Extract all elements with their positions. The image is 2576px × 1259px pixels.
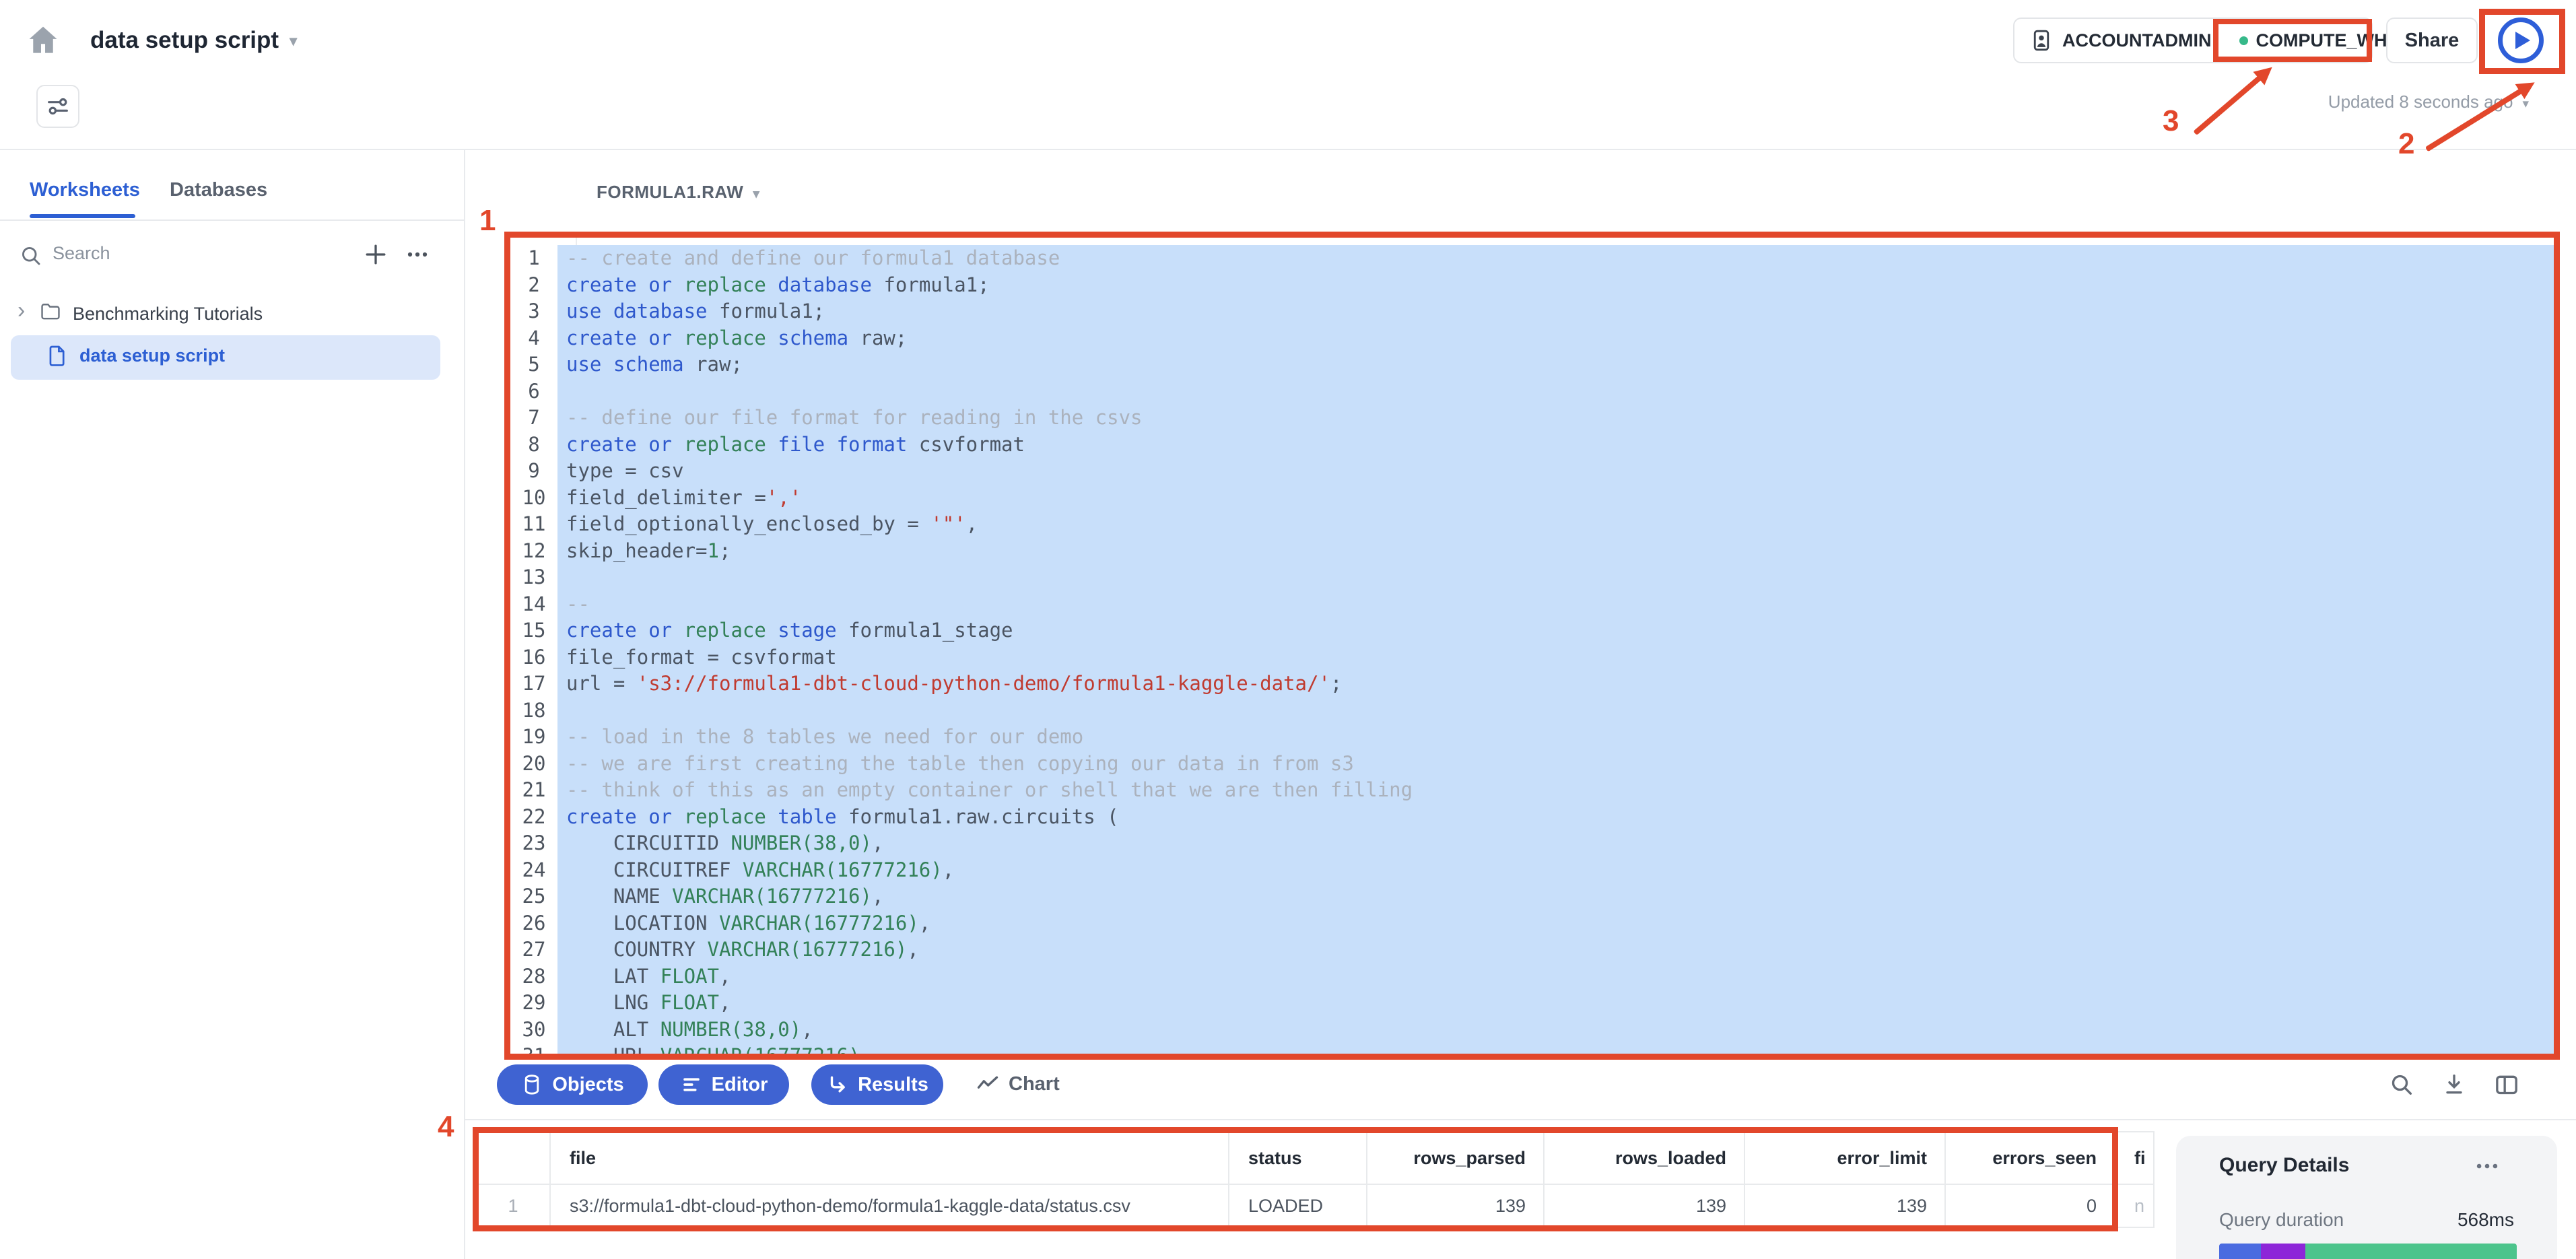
query-duration-value: 568ms <box>2458 1209 2514 1231</box>
query-details-menu-button[interactable] <box>2472 1151 2502 1181</box>
chart-toggle-button[interactable]: Chart <box>976 1072 1060 1096</box>
header-divider <box>0 149 2576 150</box>
results-divider <box>465 1119 2576 1120</box>
updated-status: Updated 8 seconds ago <box>2328 92 2513 112</box>
annotation-label-4: 4 <box>438 1112 454 1142</box>
tab-worksheets[interactable]: Worksheets <box>30 179 140 201</box>
editor-toggle-button[interactable]: Editor <box>658 1064 789 1105</box>
page-title: data setup script <box>90 27 279 53</box>
search-input[interactable] <box>51 242 256 265</box>
home-icon <box>26 23 61 58</box>
home-button[interactable] <box>26 23 61 58</box>
return-arrow-icon <box>826 1073 849 1096</box>
annotation-label-2: 2 <box>2398 129 2414 159</box>
sliders-icon <box>44 93 71 120</box>
chevron-down-icon: ▾ <box>753 187 759 201</box>
filters-button[interactable] <box>36 85 79 128</box>
text-lines-icon <box>680 1073 703 1096</box>
objects-toggle-button[interactable]: Objects <box>497 1064 648 1105</box>
split-layout-button[interactable] <box>2493 1070 2521 1099</box>
user-badge-icon <box>2029 28 2054 53</box>
sidebar-item-data-setup-script[interactable]: data setup script <box>79 345 225 366</box>
sidebar-divider <box>464 150 465 1259</box>
ellipsis-icon <box>2472 1151 2502 1181</box>
column-header-first_error_truncated[interactable]: fi <box>2115 1132 2153 1185</box>
download-results-button[interactable] <box>2440 1070 2468 1099</box>
annotation-box-1-editor <box>504 232 2560 1060</box>
query-duration-label: Query duration <box>2219 1209 2344 1231</box>
share-button[interactable]: Share <box>2386 18 2478 63</box>
role-label: ACCOUNTADMIN <box>2062 30 2211 51</box>
folder-icon <box>38 300 63 323</box>
search-results-button[interactable] <box>2387 1070 2416 1099</box>
objects-label: Objects <box>552 1074 623 1096</box>
schema-context-label: FORMULA1.RAW <box>597 182 743 202</box>
query-details-title: Query Details <box>2219 1154 2349 1177</box>
annotation-label-1: 1 <box>479 206 496 236</box>
search-icon <box>2388 1071 2415 1098</box>
chevron-down-icon: ▾ <box>290 32 297 49</box>
new-worksheet-button[interactable] <box>361 240 391 269</box>
duration-bar-segment <box>2261 1244 2305 1259</box>
search-icon <box>19 244 43 268</box>
schema-context-selector[interactable]: FORMULA1.RAW ▾ <box>597 182 759 203</box>
cell-first_error_truncated: n <box>2115 1185 2153 1227</box>
query-duration-bar <box>2219 1244 2517 1259</box>
annotation-label-3: 3 <box>2163 106 2179 136</box>
sidebar-item-selected-bg[interactable] <box>11 335 440 380</box>
tab-databases[interactable]: Databases <box>170 179 267 201</box>
database-icon <box>520 1073 543 1096</box>
plus-icon <box>361 240 391 269</box>
annotation-box-4-results <box>473 1127 2118 1231</box>
sidebar-item-benchmarking-tutorials[interactable]: Benchmarking Tutorials <box>73 304 263 325</box>
worksheet-file-icon <box>46 342 69 369</box>
active-tab-underline <box>30 214 135 218</box>
annotation-arrow-3 <box>2193 75 2262 135</box>
snowsight-worksheet-app: data setup script▾ ACCOUNTADMIN COMPUTE_… <box>0 0 2576 1259</box>
annotation-box-2-run-button <box>2479 9 2565 74</box>
results-toggle-button[interactable]: Results <box>811 1064 943 1105</box>
columns-layout-icon <box>2493 1071 2520 1098</box>
chart-line-icon <box>976 1072 1000 1096</box>
sidebar-tabs-divider <box>0 219 465 221</box>
ellipsis-icon <box>403 240 432 269</box>
sidebar-more-button[interactable] <box>403 240 432 269</box>
worksheet-title-dropdown[interactable]: data setup script ▾ <box>90 26 297 56</box>
duration-bar-segment <box>2305 1244 2517 1259</box>
editor-label: Editor <box>712 1074 768 1096</box>
chart-label: Chart <box>1009 1073 1060 1095</box>
chevron-down-icon: ▾ <box>2522 97 2529 111</box>
annotation-box-3-warehouse <box>2213 19 2372 62</box>
folder-expand-chevron[interactable]: › <box>18 299 25 322</box>
duration-bar-segment <box>2219 1244 2261 1259</box>
results-label: Results <box>858 1074 928 1096</box>
download-icon <box>2441 1071 2468 1098</box>
